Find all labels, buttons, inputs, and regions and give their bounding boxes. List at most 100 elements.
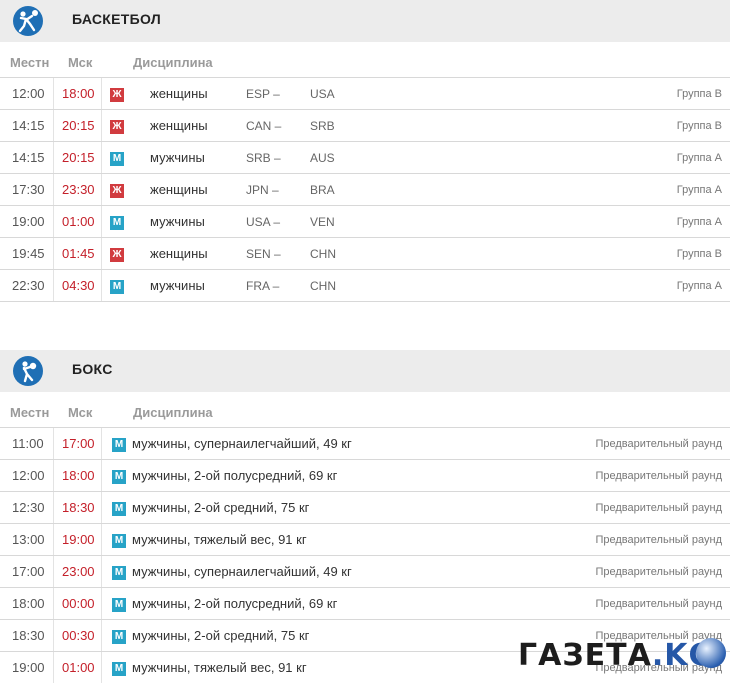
women-badge: Ж: [110, 184, 124, 198]
team-home: SEN –: [246, 247, 281, 261]
event-name: мужчины, 2-ой средний, 75 кг: [132, 500, 310, 515]
men-badge: М: [112, 534, 126, 548]
gazeta-kg-watermark: ГАЗЕТА.KG: [518, 636, 728, 676]
discipline: мужчины: [150, 214, 205, 229]
col-moscow-time: Мск: [68, 55, 93, 70]
schedule-row[interactable]: 12:00 18:00 Ммужчины, 2-ой полусредний, 69…: [0, 459, 730, 491]
men-badge: М: [112, 630, 126, 644]
women-badge: Ж: [110, 248, 124, 262]
women-badge: Ж: [110, 120, 124, 134]
schedule-row[interactable]: 18:00 00:00 Ммужчины, 2-ой полусредний, 69…: [0, 587, 730, 619]
men-badge: М: [112, 662, 126, 676]
discipline: женщины: [150, 182, 208, 197]
schedule-row[interactable]: 22:30 04:30 Ммужчины FRA – CHN Группа A: [0, 269, 730, 301]
section-header: БАСКЕТБОЛ: [0, 0, 730, 42]
stage-label: Группа B: [676, 88, 722, 100]
basketball-section: БАСКЕТБОЛ Местн Мск Дисциплина 12:00 18:0…: [0, 0, 730, 302]
moscow-time: 00:30: [62, 628, 95, 643]
stage-label: Группа A: [676, 216, 722, 228]
local-time: 12:30: [12, 500, 45, 515]
local-time: 17:00: [12, 564, 45, 579]
section-title: БОКС: [72, 361, 113, 377]
team-away: SRB: [310, 119, 335, 133]
schedule-row[interactable]: 19:00 01:00 Ммужчины USA – VEN Группа A: [0, 205, 730, 237]
local-time: 13:00: [12, 532, 45, 547]
schedule-row[interactable]: 17:00 23:00 Ммужчины, супернаилегчайший, 4…: [0, 555, 730, 587]
schedule-row[interactable]: 19:45 01:45 Жженщины SEN – CHN Группа B: [0, 237, 730, 269]
stage-label: Группа B: [676, 248, 722, 260]
event-name: мужчины, 2-ой средний, 75 кг: [132, 628, 310, 643]
schedule-row[interactable]: 14:15 20:15 Жженщины CAN – SRB Группа B: [0, 109, 730, 141]
schedule-row[interactable]: 11:00 17:00 Ммужчины, супернаилегчайший, 4…: [0, 427, 730, 459]
team-home: CAN –: [246, 119, 282, 133]
moscow-time: 23:00: [62, 564, 95, 579]
team-home: SRB –: [246, 151, 281, 165]
section-title: БАСКЕТБОЛ: [72, 11, 161, 27]
local-time: 19:00: [12, 214, 45, 229]
team-away: USA: [310, 87, 335, 101]
team-home: ESP –: [246, 87, 280, 101]
women-badge: Ж: [110, 88, 124, 102]
basketball-icon: [13, 6, 43, 36]
moscow-time: 00:00: [62, 596, 95, 611]
col-local-time: Местн: [10, 405, 50, 420]
event-name: мужчины, тяжелый вес, 91 кг: [132, 532, 307, 547]
schedule-row[interactable]: 14:15 20:15 Ммужчины SRB – AUS Группа A: [0, 141, 730, 173]
local-time: 19:00: [12, 660, 45, 675]
local-time: 18:30: [12, 628, 45, 643]
team-away: AUS: [310, 151, 335, 165]
moscow-time: 19:00: [62, 532, 95, 547]
stage-label: Группа A: [676, 184, 722, 196]
event-name: мужчины, 2-ой полусредний, 69 кг: [132, 468, 338, 483]
column-header: Местн Мск Дисциплина: [0, 392, 730, 424]
moscow-time: 01:45: [62, 246, 95, 261]
men-badge: М: [112, 438, 126, 452]
local-time: 11:00: [12, 436, 44, 451]
moscow-time: 01:00: [62, 214, 95, 229]
team-away: CHN: [310, 247, 336, 261]
moscow-time: 17:00: [62, 436, 95, 451]
stage-label: Предварительный раунд: [595, 470, 722, 482]
men-badge: М: [112, 566, 126, 580]
moscow-time: 23:30: [62, 182, 95, 197]
col-moscow-time: Мск: [68, 405, 93, 420]
men-badge: М: [110, 152, 124, 166]
schedule-row[interactable]: 12:00 18:00 Жженщины ESP – USA Группа B: [0, 77, 730, 109]
discipline: мужчины: [150, 278, 205, 293]
stage-label: Предварительный раунд: [595, 598, 722, 610]
stage-label: Группа A: [676, 152, 722, 164]
local-time: 18:00: [12, 596, 45, 611]
boxing-icon: [13, 356, 43, 386]
men-badge: М: [112, 502, 126, 516]
event-name: мужчины, супернаилегчайший, 49 кг: [132, 564, 352, 579]
col-discipline: Дисциплина: [133, 405, 213, 420]
team-home: JPN –: [246, 183, 279, 197]
stage-label: Группа B: [676, 120, 722, 132]
schedule-row[interactable]: 17:30 23:30 Жженщины JPN – BRA Группа A: [0, 173, 730, 205]
column-header: Местн Мск Дисциплина: [0, 42, 730, 74]
local-time: 14:15: [12, 118, 45, 133]
local-time: 19:45: [12, 246, 45, 261]
stage-label: Предварительный раунд: [595, 534, 722, 546]
event-name: мужчины, 2-ой полусредний, 69 кг: [132, 596, 338, 611]
discipline: женщины: [150, 86, 208, 101]
men-badge: М: [110, 280, 124, 294]
event-name: мужчины, тяжелый вес, 91 кг: [132, 660, 307, 675]
col-discipline: Дисциплина: [133, 55, 213, 70]
globe-icon: [696, 638, 726, 668]
schedule-row[interactable]: 13:00 19:00 Ммужчины, тяжелый вес, 91 кг Пр…: [0, 523, 730, 555]
stage-label: Группа A: [676, 280, 722, 292]
local-time: 17:30: [12, 182, 45, 197]
team-away: BRA: [310, 183, 335, 197]
moscow-time: 01:00: [62, 660, 95, 675]
local-time: 12:00: [12, 468, 45, 483]
men-badge: М: [112, 598, 126, 612]
local-time: 12:00: [12, 86, 45, 101]
schedule-row[interactable]: 12:30 18:30 Ммужчины, 2-ой средний, 75 кг П…: [0, 491, 730, 523]
stage-label: Предварительный раунд: [595, 502, 722, 514]
moscow-time: 18:00: [62, 86, 95, 101]
team-away: VEN: [310, 215, 335, 229]
section-header: БОКС: [0, 350, 730, 392]
discipline: мужчины: [150, 150, 205, 165]
team-home: FRA –: [246, 279, 280, 293]
